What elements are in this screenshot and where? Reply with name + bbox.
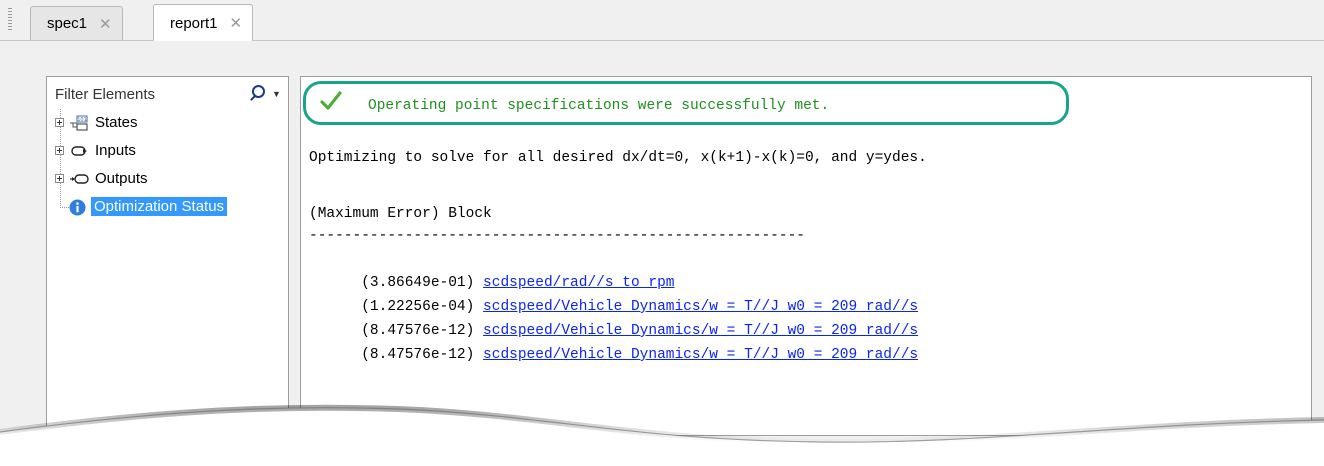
close-icon[interactable]: ✕ [230,14,243,32]
check-icon [320,91,342,110]
tree-item-optimization-status[interactable]: Optimization Status [47,193,288,221]
success-highlight: Operating point specifications were succ… [303,81,1069,125]
tree-item-label: Optimization Status [91,197,228,216]
inputs-icon [71,146,87,156]
tab-label: report1 [170,14,218,32]
document-tab-bar: spec1 ✕ report1 ✕ [0,0,1324,41]
torn-edge [0,404,1324,466]
block-link[interactable]: scdspeed/Vehicle Dynamics/w = T//J w0 = … [483,347,918,363]
tab-bar-grip[interactable] [8,8,12,32]
error-table-separator: ----------------------------------------… [309,228,805,244]
outputs-icon [70,174,89,184]
states-icon: 101 [70,115,88,131]
tab-report1[interactable]: report1 ✕ [153,4,254,41]
success-message: Operating point specifications were succ… [368,98,830,114]
tree-item-label: States [95,114,138,131]
tab-spec1[interactable]: spec1 ✕ [30,6,123,40]
tree-item-states[interactable]: 101 States [47,109,288,137]
tree-item-outputs[interactable]: Outputs [47,165,288,193]
filter-placeholder: Filter Elements [55,85,156,103]
tree-item-label: Outputs [95,170,148,187]
filter-elements-field[interactable]: Filter Elements ▼ [49,79,286,109]
tree-item-label: Inputs [95,142,136,159]
info-icon [69,199,86,216]
expand-icon[interactable] [55,146,64,155]
error-table-header: (Maximum Error) Block [309,206,492,222]
error-value: (8.47576e-12) [361,347,475,363]
optimization-intro: Optimizing to solve for all desired dx/d… [309,150,927,166]
error-row: (8.47576e-12) scdspeed/Vehicle Dynamics/… [309,331,918,379]
tab-label: spec1 [47,15,88,32]
element-tree: 101 States Inputs Outputs Optimization S… [47,109,288,221]
tree-item-inputs[interactable]: Inputs [47,137,288,165]
expand-icon[interactable] [55,118,64,127]
close-icon[interactable]: ✕ [99,15,112,33]
app-window: spec1 ✕ report1 ✕ Filter Elements ▼ 101 [0,0,1324,466]
svg-text:101: 101 [77,117,87,123]
expand-icon[interactable] [55,174,64,183]
search-icon[interactable] [248,85,266,103]
chevron-down-icon[interactable]: ▼ [272,89,282,99]
